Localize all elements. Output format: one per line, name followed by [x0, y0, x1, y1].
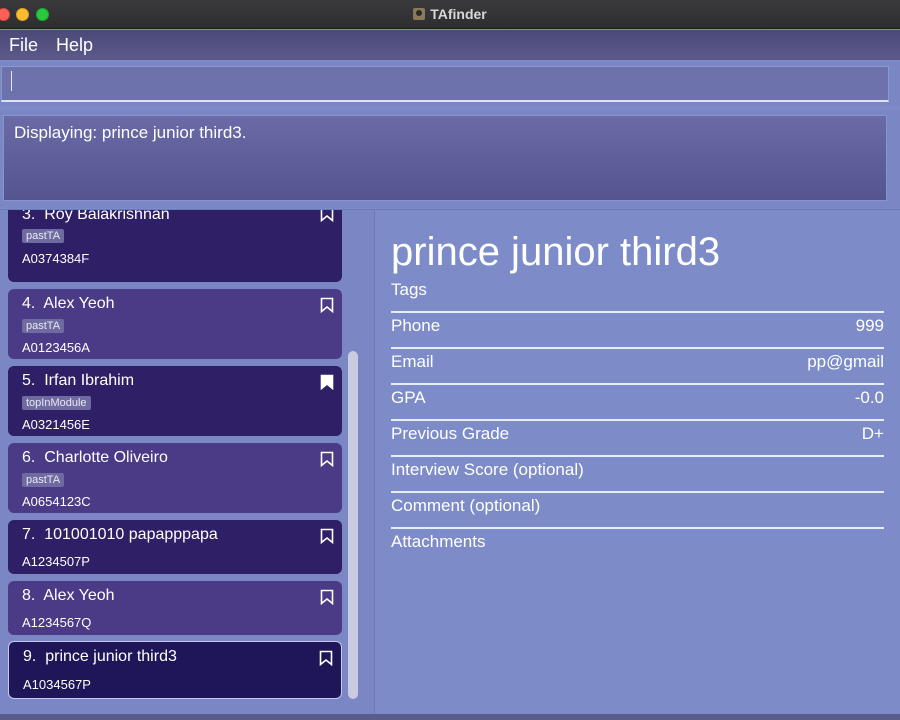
- command-box: [0, 62, 900, 106]
- field-value: pp@gmail: [807, 352, 884, 371]
- window-bottom-edge: [0, 714, 900, 720]
- list-scrollbar-thumb[interactable]: [348, 351, 358, 699]
- result-display: Displaying: prince junior third3.: [3, 115, 887, 201]
- list-item-selected[interactable]: 9. prince junior third3 A1034567P: [8, 641, 342, 699]
- list-item[interactable]: 7. 101001010 papapppapa A1234507P: [8, 520, 342, 574]
- list-item[interactable]: 3. Roy Balakrishnan pastTA A0374384F: [8, 209, 342, 282]
- list-item[interactable]: 4. Alex Yeoh pastTA A0123456A: [8, 289, 342, 359]
- bookmark-filled-icon[interactable]: [320, 374, 334, 390]
- list-item-name: 5. Irfan Ibrahim: [22, 372, 134, 390]
- list-item-name: 6. Charlotte Oliveiro: [22, 449, 168, 467]
- detail-field-email: Email pp@gmail: [391, 349, 884, 385]
- list-item-index: 9.: [23, 648, 37, 665]
- detail-field-comment: Comment (optional): [391, 493, 884, 529]
- window-title: TAfinder: [0, 6, 900, 22]
- detail-name-heading: prince junior third3: [391, 230, 721, 274]
- detail-field-interview-score: Interview Score (optional): [391, 457, 884, 493]
- list-item-name-text: Charlotte Oliveiro: [44, 449, 168, 466]
- field-label: GPA: [391, 388, 426, 407]
- field-value: -0.0: [854, 388, 884, 407]
- list-item-tag: pastTA: [22, 319, 65, 333]
- bookmark-outline-icon[interactable]: [320, 209, 334, 222]
- list-item-id: A0374384F: [22, 251, 90, 266]
- field-label: Interview Score (optional): [391, 460, 584, 479]
- detail-field-phone: Phone 999: [391, 313, 884, 349]
- field-label: Attachments: [391, 532, 486, 551]
- list-item-id: A1234507P: [22, 554, 90, 569]
- list-item-id: A0123456A: [22, 340, 90, 355]
- list-item-index: 8.: [22, 587, 36, 604]
- list-item-tag: pastTA: [22, 473, 65, 487]
- list-item-name: 3. Roy Balakrishnan: [22, 209, 170, 224]
- ta-detail-panel: prince junior third3 Tags Phone 999 Emai…: [376, 209, 900, 720]
- list-item-name-text: Roy Balakrishnan: [44, 209, 170, 223]
- list-item-tag: topInModule: [22, 396, 91, 410]
- list-item-id: A0321456E: [22, 417, 90, 432]
- window-title-text: TAfinder: [430, 6, 487, 22]
- detail-field-tags: Tags: [391, 277, 884, 313]
- list-item-index: 6.: [22, 449, 36, 466]
- bookmark-outline-icon[interactable]: [320, 589, 334, 605]
- bookmark-outline-icon[interactable]: [319, 650, 333, 666]
- list-item-name-text: Alex Yeoh: [43, 295, 115, 312]
- field-label: Tags: [391, 280, 427, 299]
- list-item-id: A1234567Q: [22, 615, 92, 630]
- menu-file[interactable]: File: [9, 35, 38, 56]
- menu-bar: File Help: [0, 30, 900, 60]
- app-icon: [413, 8, 426, 20]
- app-window: TAfinder File Help Displaying: prince ju…: [0, 0, 900, 720]
- list-item[interactable]: 8. Alex Yeoh A1234567Q: [8, 581, 342, 635]
- list-item-name-text: Irfan Ibrahim: [44, 372, 135, 389]
- title-bar: TAfinder: [0, 0, 900, 29]
- list-item-id: A0654123C: [22, 494, 91, 509]
- list-item-index: 3.: [22, 209, 36, 223]
- detail-field-attachments: Attachments: [391, 529, 884, 565]
- list-item[interactable]: 6. Charlotte Oliveiro pastTA A0654123C: [8, 443, 342, 513]
- bookmark-outline-icon[interactable]: [320, 451, 334, 467]
- list-item-id: A1034567P: [23, 677, 91, 692]
- ta-list-panel[interactable]: 3. Roy Balakrishnan pastTA A0374384F 4. …: [0, 209, 375, 720]
- result-display-area: Displaying: prince junior third3.: [0, 110, 900, 208]
- list-item-index: 5.: [22, 372, 36, 389]
- result-message: Displaying: prince junior third3.: [14, 123, 247, 142]
- list-item-index: 7.: [22, 526, 36, 543]
- detail-field-gpa: GPA -0.0: [391, 385, 884, 421]
- list-item-name-text: Alex Yeoh: [43, 587, 115, 604]
- field-label: Phone: [391, 316, 441, 335]
- field-value: D+: [861, 424, 884, 443]
- list-item-name: 7. 101001010 papapppapa: [22, 526, 218, 544]
- detail-field-previous-grade: Previous Grade D+: [391, 421, 884, 457]
- field-label: Previous Grade: [391, 424, 510, 443]
- menu-help[interactable]: Help: [56, 35, 93, 56]
- list-item-name-text: 101001010 papapppapa: [44, 526, 218, 543]
- list-item-name: 9. prince junior third3: [23, 648, 177, 666]
- field-value: 999: [855, 316, 884, 335]
- list-item[interactable]: 5. Irfan Ibrahim topInModule A0321456E: [8, 366, 342, 436]
- text-caret: [11, 71, 12, 91]
- command-input[interactable]: [1, 66, 889, 102]
- list-item-name: 4. Alex Yeoh: [22, 295, 115, 313]
- field-label: Email: [391, 352, 434, 371]
- bookmark-outline-icon[interactable]: [320, 528, 334, 544]
- bookmark-outline-icon[interactable]: [320, 297, 334, 313]
- list-item-name-text: prince junior third3: [45, 648, 177, 665]
- list-item-name: 8. Alex Yeoh: [22, 587, 115, 605]
- list-item-tag: pastTA: [22, 229, 65, 243]
- field-label: Comment (optional): [391, 496, 541, 515]
- list-item-index: 4.: [22, 295, 36, 312]
